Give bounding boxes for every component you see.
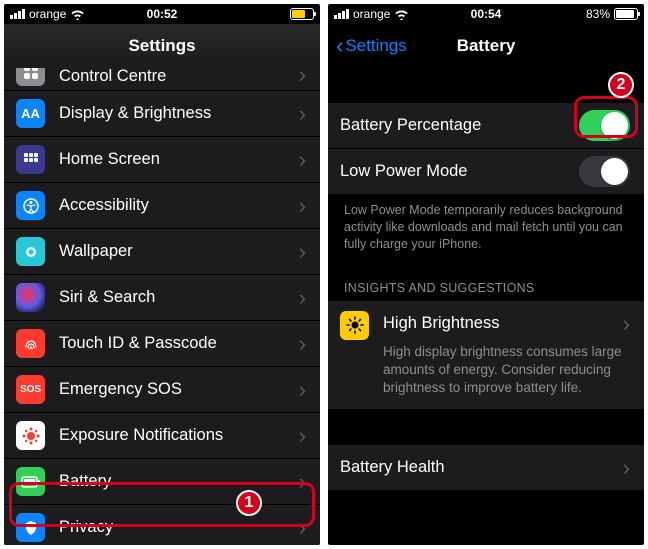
battery-pct-label: 83% — [586, 7, 610, 21]
chevron-left-icon: ‹ — [336, 35, 343, 57]
chevron-right-icon: › — [299, 241, 306, 263]
row-control-centre[interactable]: Control Centre › — [4, 68, 320, 91]
row-display-brightness[interactable]: AA Display & Brightness › — [4, 91, 320, 137]
status-bar: orange 00:54 83% — [328, 4, 644, 24]
row-label: Siri & Search — [59, 288, 299, 307]
chevron-right-icon: › — [299, 149, 306, 171]
row-label: Accessibility — [59, 196, 299, 215]
row-accessibility[interactable]: Accessibility › — [4, 183, 320, 229]
carrier-label: orange — [29, 7, 66, 21]
annotation-badge-1: 1 — [236, 490, 262, 516]
insight-desc: High display brightness consumes large a… — [383, 343, 630, 398]
row-label: Battery Health — [340, 458, 623, 477]
chevron-right-icon: › — [299, 195, 306, 217]
row-low-power-mode: Low Power Mode — [328, 149, 644, 195]
accessibility-icon — [16, 191, 45, 220]
row-label: Home Screen — [59, 150, 299, 169]
control-centre-icon — [16, 68, 45, 86]
display-icon: AA — [16, 99, 45, 128]
insight-title: High Brightness — [383, 314, 499, 333]
chevron-right-icon: › — [299, 68, 306, 86]
back-label: Settings — [345, 36, 406, 56]
low-power-mode-toggle[interactable] — [579, 156, 630, 187]
chevron-right-icon: › — [623, 311, 630, 337]
settings-list[interactable]: Control Centre › AA Display & Brightness… — [4, 68, 320, 545]
chevron-right-icon: › — [299, 471, 306, 493]
exposure-icon — [16, 421, 45, 450]
clock: 00:54 — [471, 7, 502, 21]
row-label: Privacy — [59, 518, 299, 537]
row-privacy[interactable]: Privacy › — [4, 505, 320, 545]
page-title: Battery — [457, 36, 516, 56]
nav-bar: ‹ Settings Battery — [328, 24, 644, 68]
row-high-brightness[interactable]: High Brightness › High display brightnes… — [328, 301, 644, 411]
signal-icon — [334, 9, 349, 19]
wifi-icon — [394, 9, 409, 20]
touch-id-icon — [16, 329, 45, 358]
sos-icon: SOS — [16, 375, 45, 404]
battery-settings-list: Battery Percentage Low Power Mode Low Po… — [328, 68, 644, 491]
annotation-badge-2: 2 — [608, 72, 634, 98]
row-home-screen[interactable]: Home Screen › — [4, 137, 320, 183]
row-label: Control Centre — [59, 68, 299, 86]
chevron-right-icon: › — [299, 517, 306, 539]
page-title: Settings — [128, 36, 195, 56]
row-touch-id[interactable]: Touch ID & Passcode › — [4, 321, 320, 367]
nav-bar: Settings — [4, 24, 320, 68]
row-label: Wallpaper — [59, 242, 299, 261]
battery-icon — [614, 8, 638, 20]
clock: 00:52 — [147, 7, 178, 21]
row-emergency-sos[interactable]: SOS Emergency SOS › — [4, 367, 320, 413]
row-battery[interactable]: Battery › — [4, 459, 320, 505]
row-label: Display & Brightness — [59, 104, 299, 123]
status-bar: orange 00:52 — [4, 4, 320, 24]
chevron-right-icon: › — [299, 333, 306, 355]
chevron-right-icon: › — [299, 379, 306, 401]
home-screen-icon — [16, 145, 45, 174]
row-wallpaper[interactable]: Wallpaper › — [4, 229, 320, 275]
row-label: Battery Percentage — [340, 116, 579, 135]
row-label: Battery — [59, 472, 299, 491]
chevron-right-icon: › — [623, 457, 630, 479]
row-label: Touch ID & Passcode — [59, 334, 299, 353]
row-exposure-notifications[interactable]: Exposure Notifications › — [4, 413, 320, 459]
siri-icon — [16, 283, 45, 312]
back-button[interactable]: ‹ Settings — [336, 35, 407, 57]
low-power-footer: Low Power Mode temporarily reduces backg… — [328, 195, 644, 263]
battery-icon — [290, 8, 314, 20]
row-battery-percentage: Battery Percentage — [328, 103, 644, 149]
phone-settings: orange 00:52 Settings Control Centre › A… — [4, 4, 320, 545]
row-label: Emergency SOS — [59, 380, 299, 399]
signal-icon — [10, 9, 25, 19]
chevron-right-icon: › — [299, 103, 306, 125]
insights-header: INSIGHTS AND SUGGESTIONS — [328, 263, 644, 301]
chevron-right-icon: › — [299, 425, 306, 447]
wifi-icon — [70, 9, 85, 20]
phone-battery: orange 00:54 83% ‹ Settings Battery Batt… — [328, 4, 644, 545]
carrier-label: orange — [353, 7, 390, 21]
row-label: Low Power Mode — [340, 162, 579, 181]
privacy-icon — [16, 513, 45, 542]
row-battery-health[interactable]: Battery Health › — [328, 445, 644, 491]
brightness-icon — [340, 311, 369, 340]
battery-icon — [16, 467, 45, 496]
row-siri-search[interactable]: Siri & Search › — [4, 275, 320, 321]
battery-percentage-toggle[interactable] — [579, 110, 630, 141]
chevron-right-icon: › — [299, 287, 306, 309]
row-label: Exposure Notifications — [59, 426, 299, 445]
wallpaper-icon — [16, 237, 45, 266]
